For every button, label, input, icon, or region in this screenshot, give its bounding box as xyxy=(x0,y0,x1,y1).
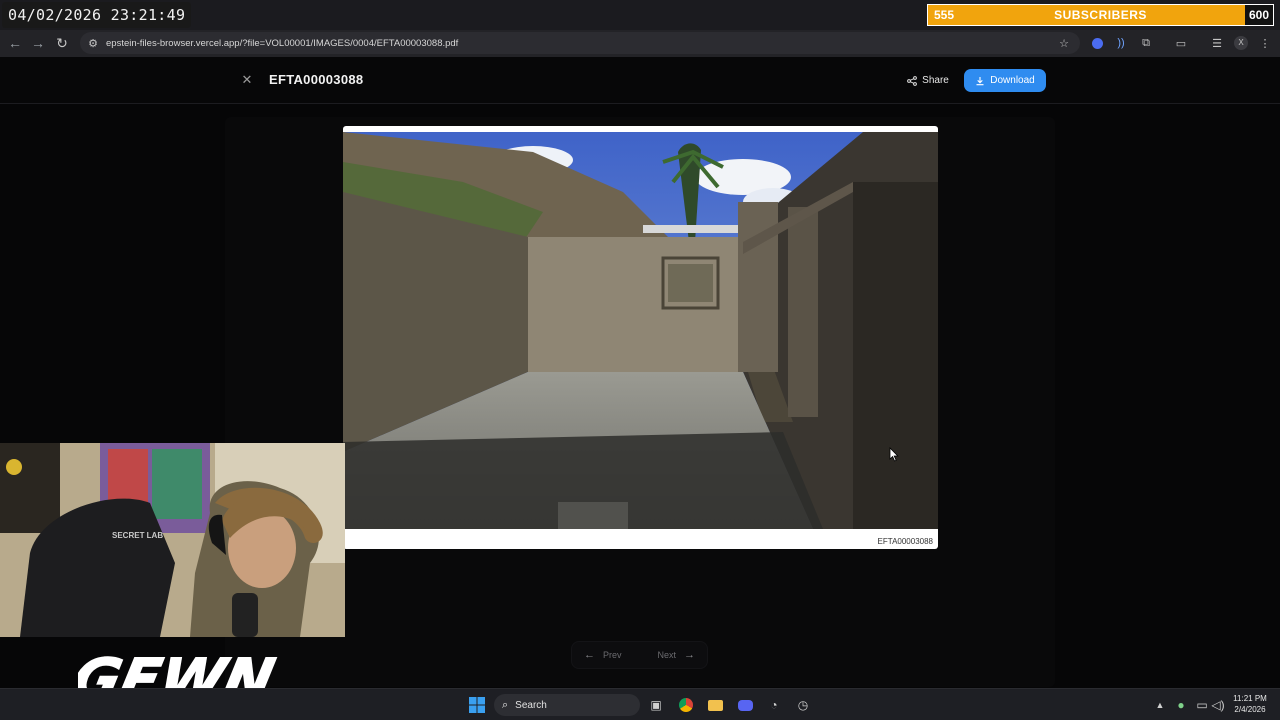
volume-button[interactable]: ◁) xyxy=(1208,695,1228,715)
puzzle-icon: ⧉ xyxy=(1142,36,1150,49)
address-url: epstein-files-browser.vercel.app/?file=V… xyxy=(106,37,459,49)
star-icon: ☆ xyxy=(1059,37,1069,50)
chevron-up-icon: ▲ xyxy=(1155,700,1165,710)
reload-button[interactable]: ↻ xyxy=(50,31,74,55)
page-identifier: EFTA00003088 xyxy=(877,537,933,546)
mouse-cursor xyxy=(889,447,899,462)
microphone-icon: ● xyxy=(1177,698,1185,712)
cast-icon: ▭ xyxy=(1175,37,1187,50)
tray-clock[interactable]: 11:21 PM 2/4/2026 xyxy=(1228,693,1272,715)
search-label: Search xyxy=(515,699,547,711)
back-button[interactable]: ← xyxy=(3,31,27,55)
extensions-button[interactable]: ⧉ xyxy=(1137,34,1155,52)
list-icon: ☰ xyxy=(1212,37,1222,50)
app-icon: ◔ xyxy=(770,698,778,712)
chrome-icon xyxy=(679,698,693,712)
chair-brand-text: SECRET LAB xyxy=(112,531,163,540)
document-title: EFTA00003088 xyxy=(269,72,364,87)
download-label: Download xyxy=(990,75,1035,86)
windows-icon xyxy=(469,697,485,713)
pagination-bar: ← Prev Next → xyxy=(571,641,708,669)
start-button[interactable] xyxy=(467,695,487,715)
network-icon: ▭ xyxy=(1196,698,1208,712)
file-explorer-button[interactable] xyxy=(705,695,725,715)
bookmark-star-button[interactable]: ☆ xyxy=(1055,34,1073,52)
next-button[interactable]: Next → xyxy=(657,649,695,661)
share-button[interactable]: Share xyxy=(899,69,957,92)
taskbar-search[interactable]: ⌕ Search xyxy=(494,694,640,716)
document-page: EFTA00003088 xyxy=(343,126,938,549)
close-icon: ✕ xyxy=(241,72,253,87)
arrow-left-icon: ← xyxy=(584,649,595,661)
webcam-feed: SECRET LAB xyxy=(0,443,345,637)
arrow-right-icon: → xyxy=(31,35,45,51)
subscriber-target: 600 xyxy=(1245,5,1273,25)
task-view-button[interactable]: ▣ xyxy=(646,695,666,715)
share-label: Share xyxy=(922,75,949,86)
subscriber-goal-bar: 555 SUBSCRIBERS 600 xyxy=(927,4,1274,26)
discord-icon xyxy=(737,699,753,711)
tray-overflow-button[interactable]: ▲ xyxy=(1150,695,1170,715)
download-button[interactable]: Download xyxy=(964,69,1046,92)
webcam-image: SECRET LAB xyxy=(0,443,345,637)
tray-time: 11:21 PM xyxy=(1233,694,1267,703)
task-view-icon: ▣ xyxy=(650,698,662,712)
arrow-right-icon: → xyxy=(684,649,695,661)
download-icon xyxy=(976,76,984,85)
viewer-header: ✕ EFTA00003088 Share Download xyxy=(0,57,1280,104)
reading-list-button[interactable]: ☰ xyxy=(1208,34,1226,52)
arrow-left-icon: ← xyxy=(8,35,22,51)
chrome-taskbar-button[interactable] xyxy=(676,695,696,715)
close-button[interactable]: ✕ xyxy=(236,69,258,91)
profile-button[interactable]: X xyxy=(1232,34,1250,52)
photo-image xyxy=(343,132,938,529)
tray-date: 2/4/2026 xyxy=(1234,705,1266,714)
share-icon xyxy=(907,75,918,86)
volume-icon: ◁) xyxy=(1211,698,1225,712)
forward-button[interactable]: → xyxy=(26,31,50,55)
prev-label: Prev xyxy=(603,650,622,660)
search-icon: ⌕ xyxy=(502,698,509,711)
discord-button[interactable] xyxy=(735,695,755,715)
cast-button[interactable]: ▭ xyxy=(1172,34,1190,52)
subscriber-goal-label: SUBSCRIBERS xyxy=(1054,8,1147,22)
audio-wave-icon: )) xyxy=(1117,37,1125,49)
extension-audio-button[interactable]: )) xyxy=(1112,34,1130,52)
windows-taskbar: ⌕ Search ▣ ◔ ◷ ▲ ● ▭ ◁) 11:21 PM 2/4/202… xyxy=(0,688,1280,720)
reload-icon: ↻ xyxy=(56,34,68,51)
prev-button[interactable]: ← Prev xyxy=(584,649,622,661)
app-button[interactable]: ◔ xyxy=(764,695,784,715)
document-photo xyxy=(343,132,938,529)
microphone-button[interactable]: ● xyxy=(1171,695,1191,715)
extension-icon xyxy=(1091,37,1103,49)
clock-icon: ◷ xyxy=(797,698,809,712)
address-bar[interactable]: ⚙ epstein-files-browser.vercel.app/?file… xyxy=(80,32,1080,54)
clock-app-button[interactable]: ◷ xyxy=(793,695,813,715)
avatar: X xyxy=(1234,36,1248,50)
browser-menu-button[interactable]: ⋮ xyxy=(1256,34,1274,52)
kebab-icon: ⋮ xyxy=(1259,37,1271,50)
folder-icon xyxy=(707,699,723,711)
next-label: Next xyxy=(657,650,676,660)
site-info-icon[interactable]: ⚙ xyxy=(86,36,100,50)
stream-clock: 04/02/2026 23:21:49 xyxy=(2,2,192,28)
extension-button[interactable] xyxy=(1088,34,1106,52)
